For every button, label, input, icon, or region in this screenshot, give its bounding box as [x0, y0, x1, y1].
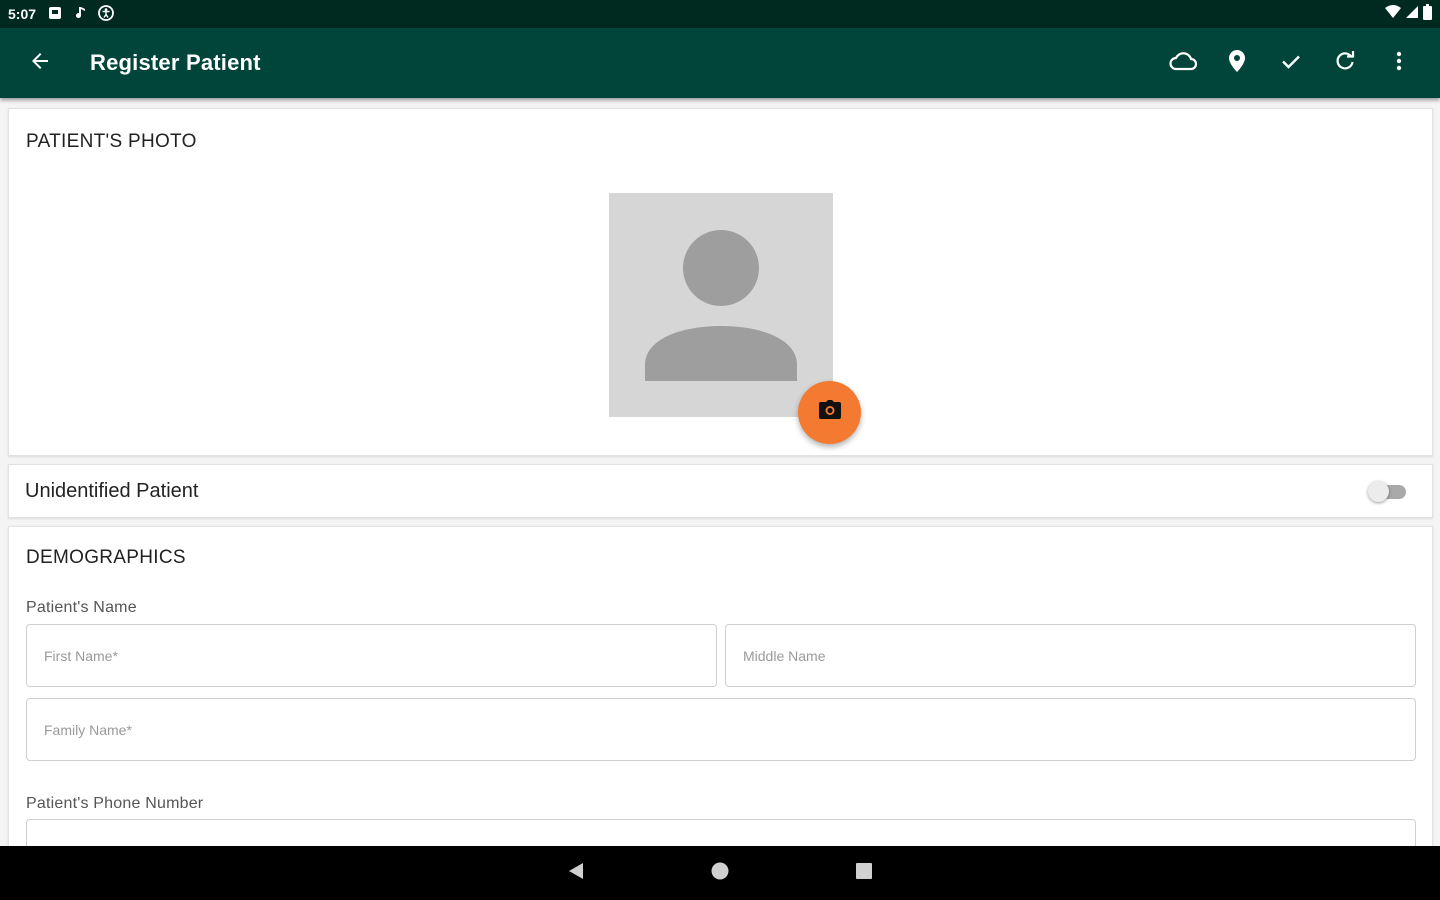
nav-back-button[interactable]	[555, 852, 597, 894]
notification-square-icon	[48, 6, 62, 22]
cloud-icon	[1168, 49, 1198, 78]
status-time: 5:07	[8, 6, 37, 22]
wifi-icon	[1385, 4, 1401, 24]
photo-section-title: PATIENT'S PHOTO	[26, 131, 197, 152]
patient-name-label: Patient's Name	[26, 599, 137, 616]
nav-home-button[interactable]	[699, 852, 741, 894]
more-options-button[interactable]	[1372, 36, 1426, 90]
location-pin-icon	[1227, 49, 1247, 78]
status-bar: 5:07	[0, 0, 1440, 28]
location-button[interactable]	[1210, 36, 1264, 90]
music-note-icon	[74, 6, 86, 22]
unidentified-patient-label: Unidentified Patient	[25, 479, 199, 502]
system-nav-bar	[0, 846, 1440, 900]
patient-photo[interactable]	[609, 193, 833, 417]
battery-icon	[1423, 3, 1432, 25]
switch-thumb	[1368, 481, 1389, 502]
middle-name-input[interactable]	[725, 624, 1416, 687]
take-photo-button[interactable]	[798, 381, 861, 444]
photo-card: PATIENT'S PHOTO	[8, 108, 1433, 456]
demographics-section-title: DEMOGRAPHICS	[26, 547, 186, 568]
unidentified-patient-row: Unidentified Patient	[8, 464, 1433, 518]
status-right	[1385, 3, 1432, 25]
page-title: Register Patient	[90, 50, 261, 75]
app-bar: Register Patient	[0, 28, 1440, 98]
triangle-back-icon	[566, 861, 586, 886]
status-left: 5:07	[8, 5, 114, 23]
check-icon	[1279, 49, 1303, 78]
demographics-card: DEMOGRAPHICS Patient's Name Patient's Ph…	[8, 526, 1433, 846]
camera-icon	[818, 399, 842, 426]
form-content[interactable]: PATIENT'S PHOTO Unidentified Patient DEM…	[0, 98, 1440, 846]
circle-home-icon	[710, 861, 730, 886]
cloud-button[interactable]	[1156, 36, 1210, 90]
signal-icon	[1405, 5, 1419, 24]
family-name-input[interactable]	[26, 698, 1416, 761]
nav-recents-button[interactable]	[843, 852, 885, 894]
back-button[interactable]	[0, 28, 80, 98]
more-vert-icon	[1395, 49, 1403, 78]
toolbar-actions	[1156, 28, 1440, 98]
phone-number-input[interactable]	[26, 819, 1416, 846]
accessibility-icon	[98, 5, 114, 23]
first-name-input[interactable]	[26, 624, 717, 687]
refresh-icon	[1333, 49, 1357, 78]
refresh-button[interactable]	[1318, 36, 1372, 90]
patient-phone-label: Patient's Phone Number	[26, 795, 204, 812]
arrow-back-icon	[28, 49, 52, 78]
unidentified-patient-switch[interactable]	[1368, 480, 1406, 502]
save-check-button[interactable]	[1264, 36, 1318, 90]
avatar-placeholder-icon	[645, 230, 797, 381]
square-recents-icon	[854, 861, 874, 886]
